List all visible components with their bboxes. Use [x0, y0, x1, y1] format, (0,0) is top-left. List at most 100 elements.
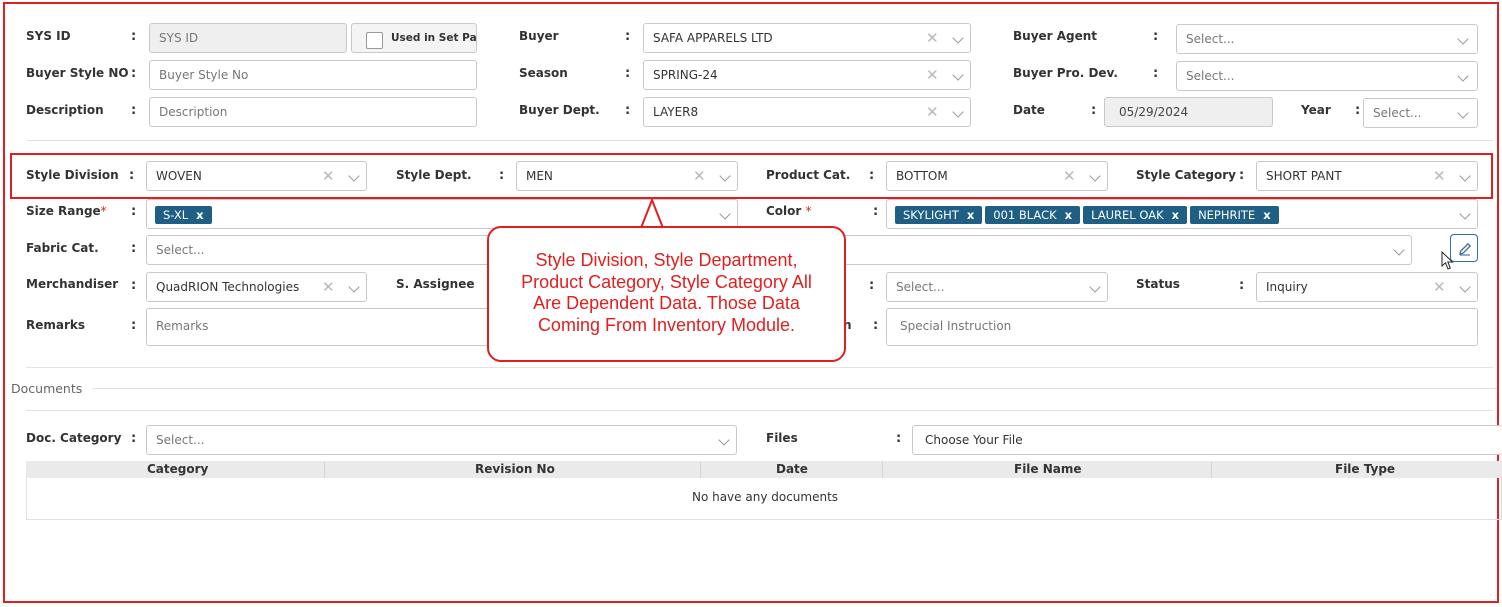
- status-select[interactable]: Inquiry ✕: [1256, 272, 1478, 302]
- chevron-down-icon[interactable]: [1459, 281, 1471, 293]
- year-label: Year: [1301, 103, 1331, 117]
- color-chip-label: SKYLIGHT: [903, 207, 959, 222]
- close-icon[interactable]: ✕: [926, 24, 939, 52]
- sys-id-input[interactable]: SYS ID: [149, 23, 347, 53]
- divider: [92, 388, 1497, 389]
- chevron-down-icon[interactable]: [1089, 170, 1101, 182]
- buyer-style-no-input[interactable]: Buyer Style No: [149, 60, 477, 90]
- style-category-value: SHORT PANT: [1266, 169, 1342, 183]
- used-in-set-pack-label: Used in Set Pack: [391, 32, 477, 44]
- product-cat-select[interactable]: BOTTOM ✕: [886, 161, 1108, 191]
- sys-id-label: SYS ID: [26, 29, 71, 43]
- buyer-dept-label: Buyer Dept.: [519, 103, 600, 117]
- close-icon[interactable]: x: [967, 208, 974, 222]
- buyer-agent-placeholder: Select...: [1186, 32, 1235, 46]
- divider: [26, 140, 1493, 141]
- remarks-placeholder: Remarks: [156, 319, 209, 333]
- buyer-agent-label: Buyer Agent: [1013, 29, 1098, 43]
- chevron-down-icon[interactable]: [952, 69, 964, 81]
- close-icon[interactable]: ✕: [322, 273, 335, 301]
- chevron-down-icon[interactable]: [952, 106, 964, 118]
- column-header: Revision No: [475, 462, 555, 476]
- buyer-select[interactable]: SAFA APPARELS LTD ✕: [643, 23, 971, 53]
- color-chip[interactable]: LAUREL OAK x: [1083, 205, 1188, 224]
- column-header: Date: [776, 462, 808, 476]
- color-chip-label: 001 BLACK: [993, 207, 1057, 222]
- close-icon[interactable]: ✕: [1433, 273, 1446, 301]
- chevron-down-icon[interactable]: [719, 208, 731, 220]
- chevron-down-icon[interactable]: [719, 170, 731, 182]
- chevron-down-icon[interactable]: [348, 170, 360, 182]
- color-chip[interactable]: 001 BLACK x: [985, 205, 1081, 224]
- colon: :: [1239, 278, 1245, 293]
- close-icon[interactable]: ✕: [926, 61, 939, 89]
- close-icon[interactable]: ✕: [1433, 162, 1446, 190]
- style-division-select[interactable]: WOVEN ✕: [146, 161, 367, 191]
- date-label: Date: [1013, 103, 1045, 117]
- close-icon[interactable]: ✕: [1063, 162, 1076, 190]
- special-instruction-textarea[interactable]: Special Instruction: [886, 308, 1478, 346]
- style-dept-select[interactable]: MEN ✕: [516, 161, 738, 191]
- close-icon[interactable]: x: [1172, 208, 1179, 222]
- buyer-dept-value: LAYER8: [653, 105, 699, 119]
- buyer-style-no-placeholder: Buyer Style No: [159, 68, 249, 82]
- color-chip[interactable]: NEPHRITE x: [1190, 205, 1279, 224]
- close-icon[interactable]: ✕: [693, 162, 706, 190]
- s-assignee-placeholder: Select...: [896, 280, 945, 294]
- color-multiselect[interactable]: SKYLIGHT x 001 BLACK x LAUREL OAK x NEPHRITE x: [886, 199, 1478, 229]
- merchandiser-select[interactable]: QuadRION Technologies ✕: [146, 272, 367, 302]
- checkbox-square[interactable]: [366, 32, 383, 49]
- chevron-down-icon[interactable]: [718, 434, 730, 446]
- chevron-down-icon[interactable]: [1457, 70, 1469, 82]
- choose-file-label: Choose Your File: [925, 433, 1023, 447]
- colon: :: [131, 318, 137, 333]
- callout-pointer: [640, 199, 664, 229]
- buyer-pro-dev-label: Buyer Pro. Dev.: [1013, 66, 1118, 80]
- colon: :: [129, 168, 135, 183]
- close-icon[interactable]: ✕: [926, 98, 939, 126]
- chevron-down-icon[interactable]: [1459, 208, 1471, 220]
- size-range-label-text: Size Range: [26, 204, 101, 218]
- remarks-label: Remarks: [26, 318, 86, 332]
- special-instruction-placeholder: Special Instruction: [900, 319, 1012, 333]
- mouse-pointer-icon: [1441, 251, 1454, 270]
- choose-file-button[interactable]: Choose Your File: [912, 425, 1502, 455]
- colon: :: [873, 204, 879, 219]
- files-label: Files: [766, 431, 798, 445]
- required-mark: *: [100, 204, 107, 218]
- documents-section-title: Documents: [11, 381, 83, 396]
- chevron-down-icon[interactable]: [952, 32, 964, 44]
- chevron-down-icon[interactable]: [1457, 33, 1469, 45]
- chevron-down-icon[interactable]: [1459, 170, 1471, 182]
- colon: :: [131, 241, 137, 256]
- description-input[interactable]: Description: [149, 97, 477, 127]
- date-input[interactable]: 05/29/2024: [1104, 97, 1273, 127]
- buyer-dept-select[interactable]: LAYER8 ✕: [643, 97, 971, 127]
- colon: :: [131, 29, 137, 44]
- used-in-set-pack-checkbox[interactable]: Used in Set Pack: [351, 23, 477, 53]
- date-value: 05/29/2024: [1119, 105, 1189, 119]
- chevron-down-icon[interactable]: [1457, 107, 1469, 119]
- chevron-down-icon[interactable]: [1393, 244, 1405, 256]
- doc-category-select[interactable]: Select...: [146, 425, 737, 455]
- chevron-down-icon[interactable]: [1089, 281, 1101, 293]
- chevron-down-icon[interactable]: [348, 281, 360, 293]
- year-select[interactable]: Select...: [1363, 98, 1478, 128]
- close-icon[interactable]: x: [196, 208, 203, 222]
- close-icon[interactable]: x: [1065, 208, 1072, 222]
- buyer-pro-dev-select[interactable]: Select...: [1176, 61, 1478, 91]
- size-chip[interactable]: S-XL x: [155, 205, 212, 224]
- colon: :: [1091, 103, 1097, 118]
- colon: :: [625, 66, 631, 81]
- s-assignee-select[interactable]: Select...: [886, 272, 1108, 302]
- status-label: Status: [1136, 277, 1180, 291]
- color-chip[interactable]: SKYLIGHT x: [895, 205, 983, 224]
- close-icon[interactable]: x: [1263, 208, 1270, 222]
- style-category-select[interactable]: SHORT PANT ✕: [1256, 161, 1478, 191]
- close-icon[interactable]: ✕: [322, 162, 335, 190]
- season-value: SPRING-24: [653, 68, 718, 82]
- color-label: Color *: [766, 204, 812, 218]
- buyer-agent-select[interactable]: Select...: [1176, 24, 1478, 54]
- colon: :: [869, 278, 875, 293]
- season-select[interactable]: SPRING-24 ✕: [643, 60, 971, 90]
